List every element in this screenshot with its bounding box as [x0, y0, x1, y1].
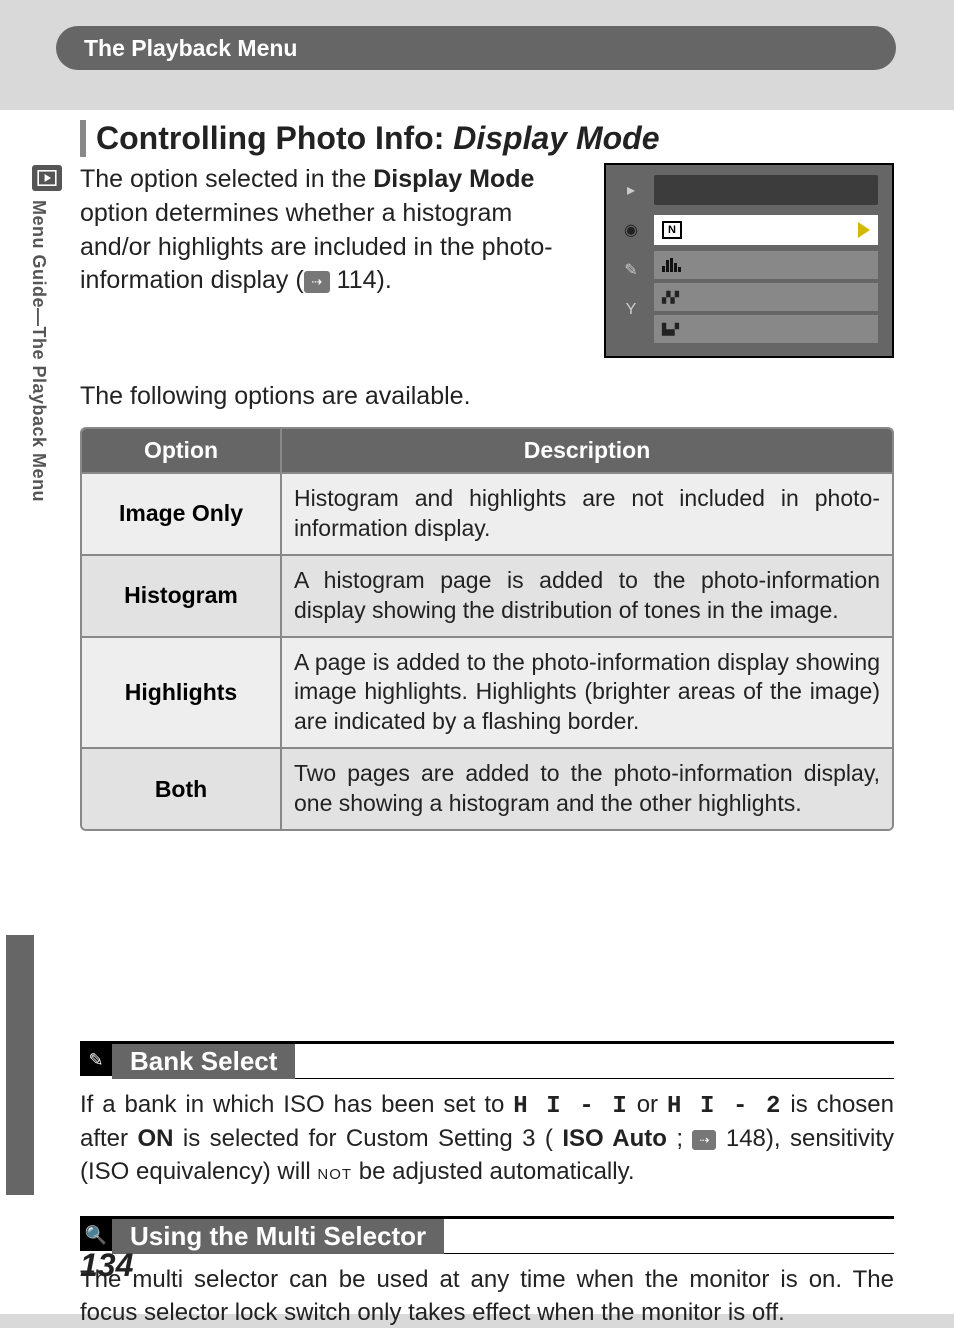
table-row: Highlights A page is added to the photo-… [82, 636, 892, 748]
note-bank-select: ✎ Bank Select If a bank in which ISO has… [80, 1041, 894, 1188]
intro-pageref: 114). [330, 266, 392, 294]
description-cell: A histogram page is added to the photo-i… [282, 556, 892, 636]
not-small-caps: NOT [317, 1166, 352, 1183]
highlights-glyph: ▞▞ [662, 291, 679, 304]
txt: If a bank in which ISO has been set to [80, 1091, 513, 1118]
pencil-icon: ✎ [80, 1044, 112, 1076]
note-body: The multi selector can be used at any ti… [80, 1264, 894, 1328]
txt: is selected for Custom Setting 3 ( [183, 1125, 553, 1152]
lcd-tab-wrench-icon: Y [616, 295, 646, 325]
spine-label: Menu Guide—The Playback Menu [28, 200, 49, 502]
lcd-row-histogram [654, 251, 878, 279]
main-content: Controlling Photo Info: Display Mode The… [80, 120, 894, 1328]
page-ref-icon: ⇢ [692, 1130, 716, 1150]
description-cell: Two pages are added to the photo-informa… [282, 749, 892, 829]
table-row: Image Only Histogram and highlights are … [82, 472, 892, 554]
note-title: Using the Multi Selector [112, 1219, 444, 1254]
histogram-icon [662, 258, 682, 272]
description-cell: Histogram and highlights are not include… [282, 474, 892, 554]
playback-icon [32, 165, 62, 191]
iso-value-1: H I - I [513, 1093, 628, 1120]
note-body: If a bank in which ISO has been set to H… [80, 1089, 894, 1188]
note-multi-selector: 🔍 Using the Multi Selector The multi sel… [80, 1216, 894, 1328]
table-row: Histogram A histogram page is added to t… [82, 554, 892, 636]
intro-pre: The option selected in the [80, 165, 373, 193]
txt: ; [676, 1125, 692, 1152]
page-ref-icon: ⇢ [304, 271, 330, 293]
intro-bold: Display Mode [373, 165, 534, 193]
lcd-arrow-icon [858, 222, 870, 238]
thumb-index-marker [6, 935, 34, 1195]
section-title: Controlling Photo Info: Display Mode [80, 120, 894, 157]
table-row: Both Two pages are added to the photo-in… [82, 747, 892, 829]
iso-auto-label: ISO Auto [562, 1125, 667, 1152]
description-cell: A page is added to the photo-information… [282, 638, 892, 748]
option-cell: Highlights [82, 638, 282, 748]
table-header-option: Option [82, 429, 282, 472]
note-title: Bank Select [112, 1044, 295, 1079]
option-cell: Image Only [82, 474, 282, 554]
txt: be adjusted automatically. [359, 1158, 635, 1185]
table-header-description: Description [282, 429, 892, 472]
section-title-plain: Controlling Photo Info: [96, 120, 453, 156]
lcd-tab-pencil-icon: ✎ [616, 255, 646, 285]
section-title-italic: Display Mode [453, 120, 659, 156]
txt: or [637, 1091, 667, 1118]
lcd-row-highlights: ▞▞ [654, 283, 878, 311]
section-header-text: The Playback Menu [84, 35, 297, 62]
both-glyph: ▙▞ [662, 323, 679, 336]
intro-paragraph: The option selected in the Display Mode … [80, 163, 584, 358]
iso-value-2: H I - 2 [667, 1093, 782, 1120]
option-cell: Both [82, 749, 282, 829]
section-header-pill: The Playback Menu [56, 26, 896, 70]
page-number: 134 [80, 1247, 133, 1284]
options-table: Option Description Image Only Histogram … [80, 427, 894, 831]
options-intro: The following options are available. [80, 382, 894, 411]
lcd-tab-playback-icon: ▸ [616, 175, 646, 205]
lcd-titlebar [654, 175, 878, 205]
camera-lcd-illustration: ▸ ◉ ✎ Y N ▞▞ ▙▞ [604, 163, 894, 358]
option-cell: Histogram [82, 556, 282, 636]
lcd-tab-camera-icon: ◉ [616, 215, 646, 245]
lcd-row-both: ▙▞ [654, 315, 878, 343]
lcd-n-icon: N [662, 221, 682, 239]
on-label: ON [137, 1125, 173, 1152]
lcd-selected-row: N [654, 215, 878, 245]
